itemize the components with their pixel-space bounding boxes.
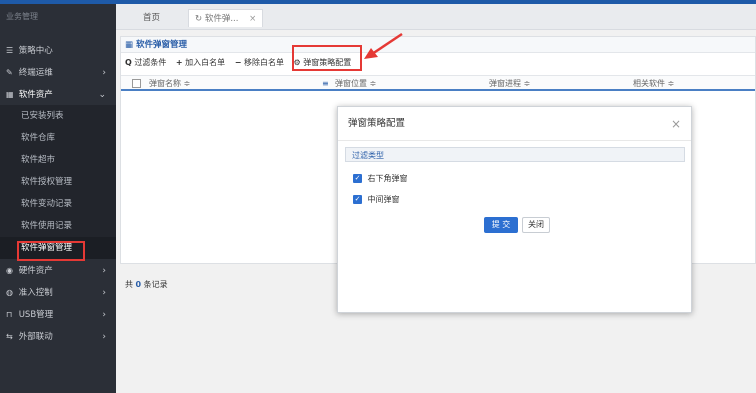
filter-type-section: 过滤类型 <box>345 147 685 162</box>
sidebar-item-label: 硬件资产 <box>18 266 53 276</box>
sidebar-item-usb-mgmt[interactable]: ⊓ USB管理 › <box>0 304 116 326</box>
record-count-prefix: 共 <box>125 280 133 289</box>
globe-icon: ◍ <box>6 288 13 297</box>
close-icon[interactable]: × <box>249 14 256 24</box>
sidebar-item-software-assets[interactable]: ▦ 软件资产 ⌄ <box>0 84 116 106</box>
submit-button[interactable]: 提 交 <box>484 217 518 233</box>
usb-icon: ⊓ <box>6 310 13 319</box>
option-label: 中间弹窗 <box>367 195 400 204</box>
sidebar-sub-change-log[interactable]: 软件变动记录 <box>0 193 116 215</box>
table-header: 弹窗名称 ≑ ≡ 弹窗位置 ≑ 弹窗进程 ≑ 相关软件 ≑ <box>121 75 755 91</box>
record-count-value: 0 <box>135 280 142 289</box>
sidebar-item-label: 策略中心 <box>18 46 53 56</box>
sidebar-sub-installed-list[interactable]: 已安装列表 <box>0 105 116 127</box>
chevron-down-icon: ⌄ <box>98 90 106 100</box>
panel-title-text: 软件弹窗管理 <box>136 40 188 50</box>
highlight-box-popup-mgmt <box>17 241 85 261</box>
sidebar-item-hardware-assets[interactable]: ◉ 硬件资产 › <box>0 260 116 282</box>
option-center-popup[interactable]: ✓ 中间弹窗 <box>353 194 400 206</box>
minus-icon: − <box>234 58 242 67</box>
sidebar-sub-software-market[interactable]: 软件超市 <box>0 149 116 171</box>
tabs-bar: 首页 ↻ 软件弹... × <box>116 4 756 30</box>
column-popup-position[interactable]: 弹窗位置 ≑ <box>335 76 376 92</box>
grid-icon: ▦ <box>125 40 134 50</box>
sidebar-item-access-control[interactable]: ◍ 准入控制 › <box>0 282 116 304</box>
search-icon: Q <box>125 58 132 67</box>
refresh-icon: ↻ <box>195 14 203 24</box>
dialog-title: 弹窗策略配置 <box>348 118 406 129</box>
option-bottom-right-popup[interactable]: ✓ 右下角弹窗 <box>353 173 408 185</box>
sidebar-item-label: USB管理 <box>18 310 54 320</box>
plus-icon: + <box>175 58 183 67</box>
record-count-suffix: 条记录 <box>143 280 168 289</box>
panel-title: ▦ 软件弹窗管理 <box>121 37 755 53</box>
sidebar-item-label: 外部联动 <box>18 332 53 342</box>
grid-icon: ▦ <box>6 90 14 99</box>
remove-whitelist-label: 移除白名单 <box>243 58 284 67</box>
filter-button[interactable]: Q 过滤条件 <box>125 55 166 71</box>
select-all-checkbox[interactable] <box>132 79 141 88</box>
sidebar-item-label: 终端运维 <box>18 68 53 78</box>
tab-home[interactable]: 首页 <box>143 9 160 27</box>
columns-menu-icon[interactable]: ≡ <box>322 76 329 92</box>
record-count: 共 0 条记录 <box>125 277 168 293</box>
edit-icon: ✎ <box>6 68 13 77</box>
highlight-box-config <box>292 45 362 71</box>
sidebar: 业务管理 ☰ 策略中心 ✎ 终端运维 › ▦ 软件资产 ⌄ 已安装列表 软件仓库… <box>0 4 116 393</box>
add-whitelist-label: 加入白名单 <box>185 58 226 67</box>
sidebar-sub-software-repo[interactable]: 软件仓库 <box>0 127 116 149</box>
dialog-header: 弹窗策略配置 × <box>338 107 691 141</box>
chevron-right-icon: › <box>102 266 106 276</box>
list-icon: ☰ <box>6 46 14 55</box>
close-icon[interactable]: × <box>671 107 681 141</box>
option-label: 右下角弹窗 <box>367 174 408 183</box>
tab-label: 软件弹... <box>204 14 239 24</box>
column-popup-name[interactable]: 弹窗名称 ≑ <box>149 76 190 92</box>
checkbox-checked-icon[interactable]: ✓ <box>353 174 362 183</box>
chevron-right-icon: › <box>102 288 106 298</box>
sidebar-item-strategy-center[interactable]: ☰ 策略中心 <box>0 40 116 62</box>
sidebar-item-label: 软件资产 <box>18 90 53 100</box>
filter-button-label: 过滤条件 <box>134 58 167 67</box>
sidebar-sub-usage-log[interactable]: 软件使用记录 <box>0 215 116 237</box>
sidebar-item-terminal-ops[interactable]: ✎ 终端运维 › <box>0 62 116 84</box>
checkbox-checked-icon[interactable]: ✓ <box>353 195 362 204</box>
sidebar-brand: 业务管理 <box>6 12 38 21</box>
sidebar-item-external-link[interactable]: ⇆ 外部联动 › <box>0 326 116 348</box>
chevron-right-icon: › <box>102 332 106 342</box>
strategy-config-dialog: 弹窗策略配置 × 过滤类型 ✓ 右下角弹窗 ✓ 中间弹窗 提 交 关闭 <box>337 106 692 313</box>
remove-whitelist-button[interactable]: − 移除白名单 <box>235 55 284 71</box>
add-whitelist-button[interactable]: + 加入白名单 <box>176 55 225 71</box>
chevron-right-icon: › <box>102 310 106 320</box>
tab-software-popup[interactable]: ↻ 软件弹... × <box>188 9 264 27</box>
column-related-software[interactable]: 相关软件 ≑ <box>633 76 674 92</box>
sidebar-sub-license-mgmt[interactable]: 软件授权管理 <box>0 171 116 193</box>
chevron-right-icon: › <box>102 68 106 78</box>
link-icon: ⇆ <box>6 332 13 341</box>
cancel-button[interactable]: 关闭 <box>522 217 550 233</box>
column-popup-process[interactable]: 弹窗进程 ≑ <box>489 76 530 92</box>
circle-icon: ◉ <box>6 266 13 275</box>
sidebar-item-label: 准入控制 <box>18 288 53 298</box>
